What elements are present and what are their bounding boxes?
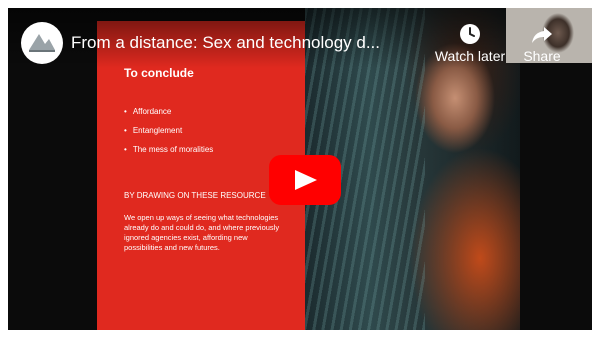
video-title[interactable]: From a distance: Sex and technology d... [71,33,380,53]
play-icon [295,170,317,190]
play-button[interactable] [269,155,341,205]
slide-body: We open up ways of seeing what technolog… [124,213,280,252]
share-button[interactable]: Share [512,22,572,64]
slide-bullets: Affordance Entanglement The mess of mora… [124,107,213,164]
video-player[interactable]: To conclude Affordance Entanglement The … [8,8,592,330]
channel-logo-icon [29,34,55,52]
watch-later-button[interactable]: Watch later [432,22,508,64]
slide-subheading: BY DRAWING ON THESE RESOURCE [124,191,266,200]
bullet-item: The mess of moralities [124,145,213,154]
channel-logo[interactable] [21,22,63,64]
share-arrow-icon [532,27,552,43]
slide-title: To conclude [124,66,194,80]
clock-icon [460,24,480,44]
share-label: Share [523,48,561,64]
bullet-item: Entanglement [124,126,213,135]
watch-later-label: Watch later [434,48,506,64]
bullet-item: Affordance [124,107,213,116]
